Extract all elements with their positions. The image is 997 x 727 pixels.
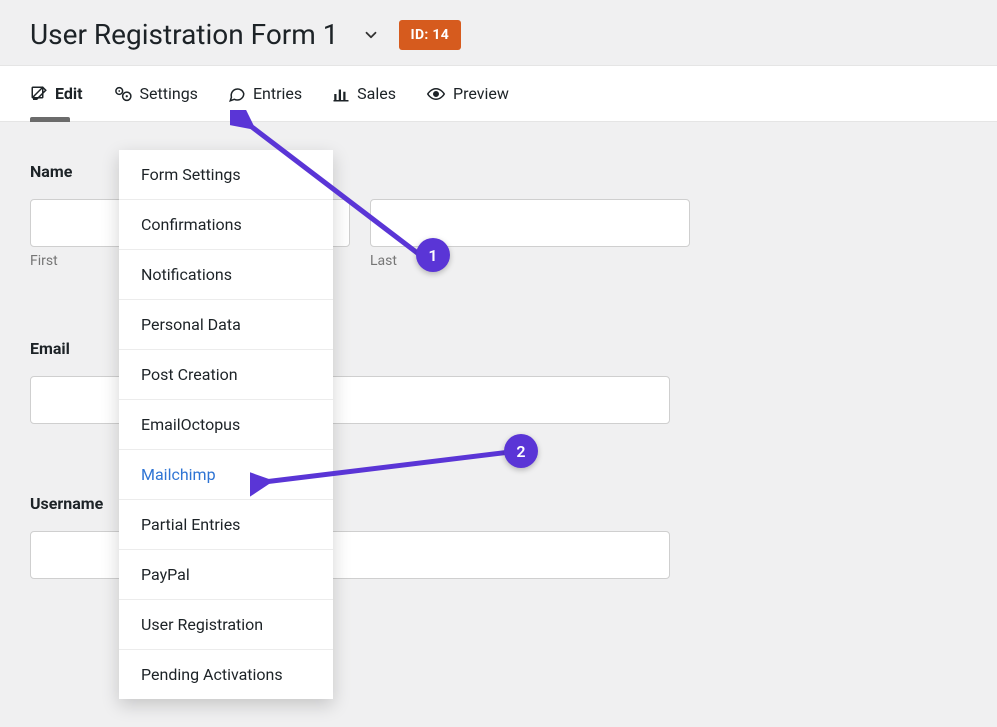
comment-icon <box>228 85 246 103</box>
tab-edit-label: Edit <box>55 84 83 103</box>
eye-icon <box>426 85 446 103</box>
tab-sales[interactable]: Sales <box>332 66 396 121</box>
page-header: User Registration Form 1 ID: 14 <box>0 0 997 65</box>
form-id-badge: ID: 14 <box>399 20 461 50</box>
form-switcher-chevron[interactable] <box>361 25 381 45</box>
tab-entries-label: Entries <box>253 84 302 103</box>
tab-settings-label: Settings <box>140 84 198 103</box>
tab-sales-label: Sales <box>357 84 396 103</box>
settings-dropdown: Form Settings Confirmations Notification… <box>119 150 333 699</box>
settings-dropdown-item-partial-entries[interactable]: Partial Entries <box>119 500 333 550</box>
tab-preview-label: Preview <box>453 84 509 103</box>
settings-dropdown-item-mailchimp[interactable]: Mailchimp <box>119 450 333 500</box>
settings-dropdown-item-paypal[interactable]: PayPal <box>119 550 333 600</box>
form-tabbar: Edit Settings Entries Sales Preview <box>0 65 997 122</box>
tab-settings[interactable]: Settings <box>113 66 198 121</box>
gear-icon <box>113 85 133 103</box>
settings-dropdown-item-confirmations[interactable]: Confirmations <box>119 200 333 250</box>
tab-preview[interactable]: Preview <box>426 66 509 121</box>
tab-edit[interactable]: Edit <box>30 66 83 121</box>
settings-dropdown-item-notifications[interactable]: Notifications <box>119 250 333 300</box>
settings-dropdown-item-emailoctopus[interactable]: EmailOctopus <box>119 400 333 450</box>
bar-chart-icon <box>332 85 350 103</box>
annotation-badge-2: 2 <box>504 434 538 468</box>
settings-dropdown-item-form-settings[interactable]: Form Settings <box>119 150 333 200</box>
settings-dropdown-item-personal-data[interactable]: Personal Data <box>119 300 333 350</box>
annotation-badge-1: 1 <box>416 238 450 272</box>
page-title: User Registration Form 1 <box>30 18 339 51</box>
tab-entries[interactable]: Entries <box>228 66 302 121</box>
settings-dropdown-item-post-creation[interactable]: Post Creation <box>119 350 333 400</box>
last-name-input[interactable] <box>370 199 690 247</box>
settings-dropdown-item-pending-activations[interactable]: Pending Activations <box>119 650 333 699</box>
settings-dropdown-item-user-registration[interactable]: User Registration <box>119 600 333 650</box>
pencil-icon <box>30 85 48 103</box>
